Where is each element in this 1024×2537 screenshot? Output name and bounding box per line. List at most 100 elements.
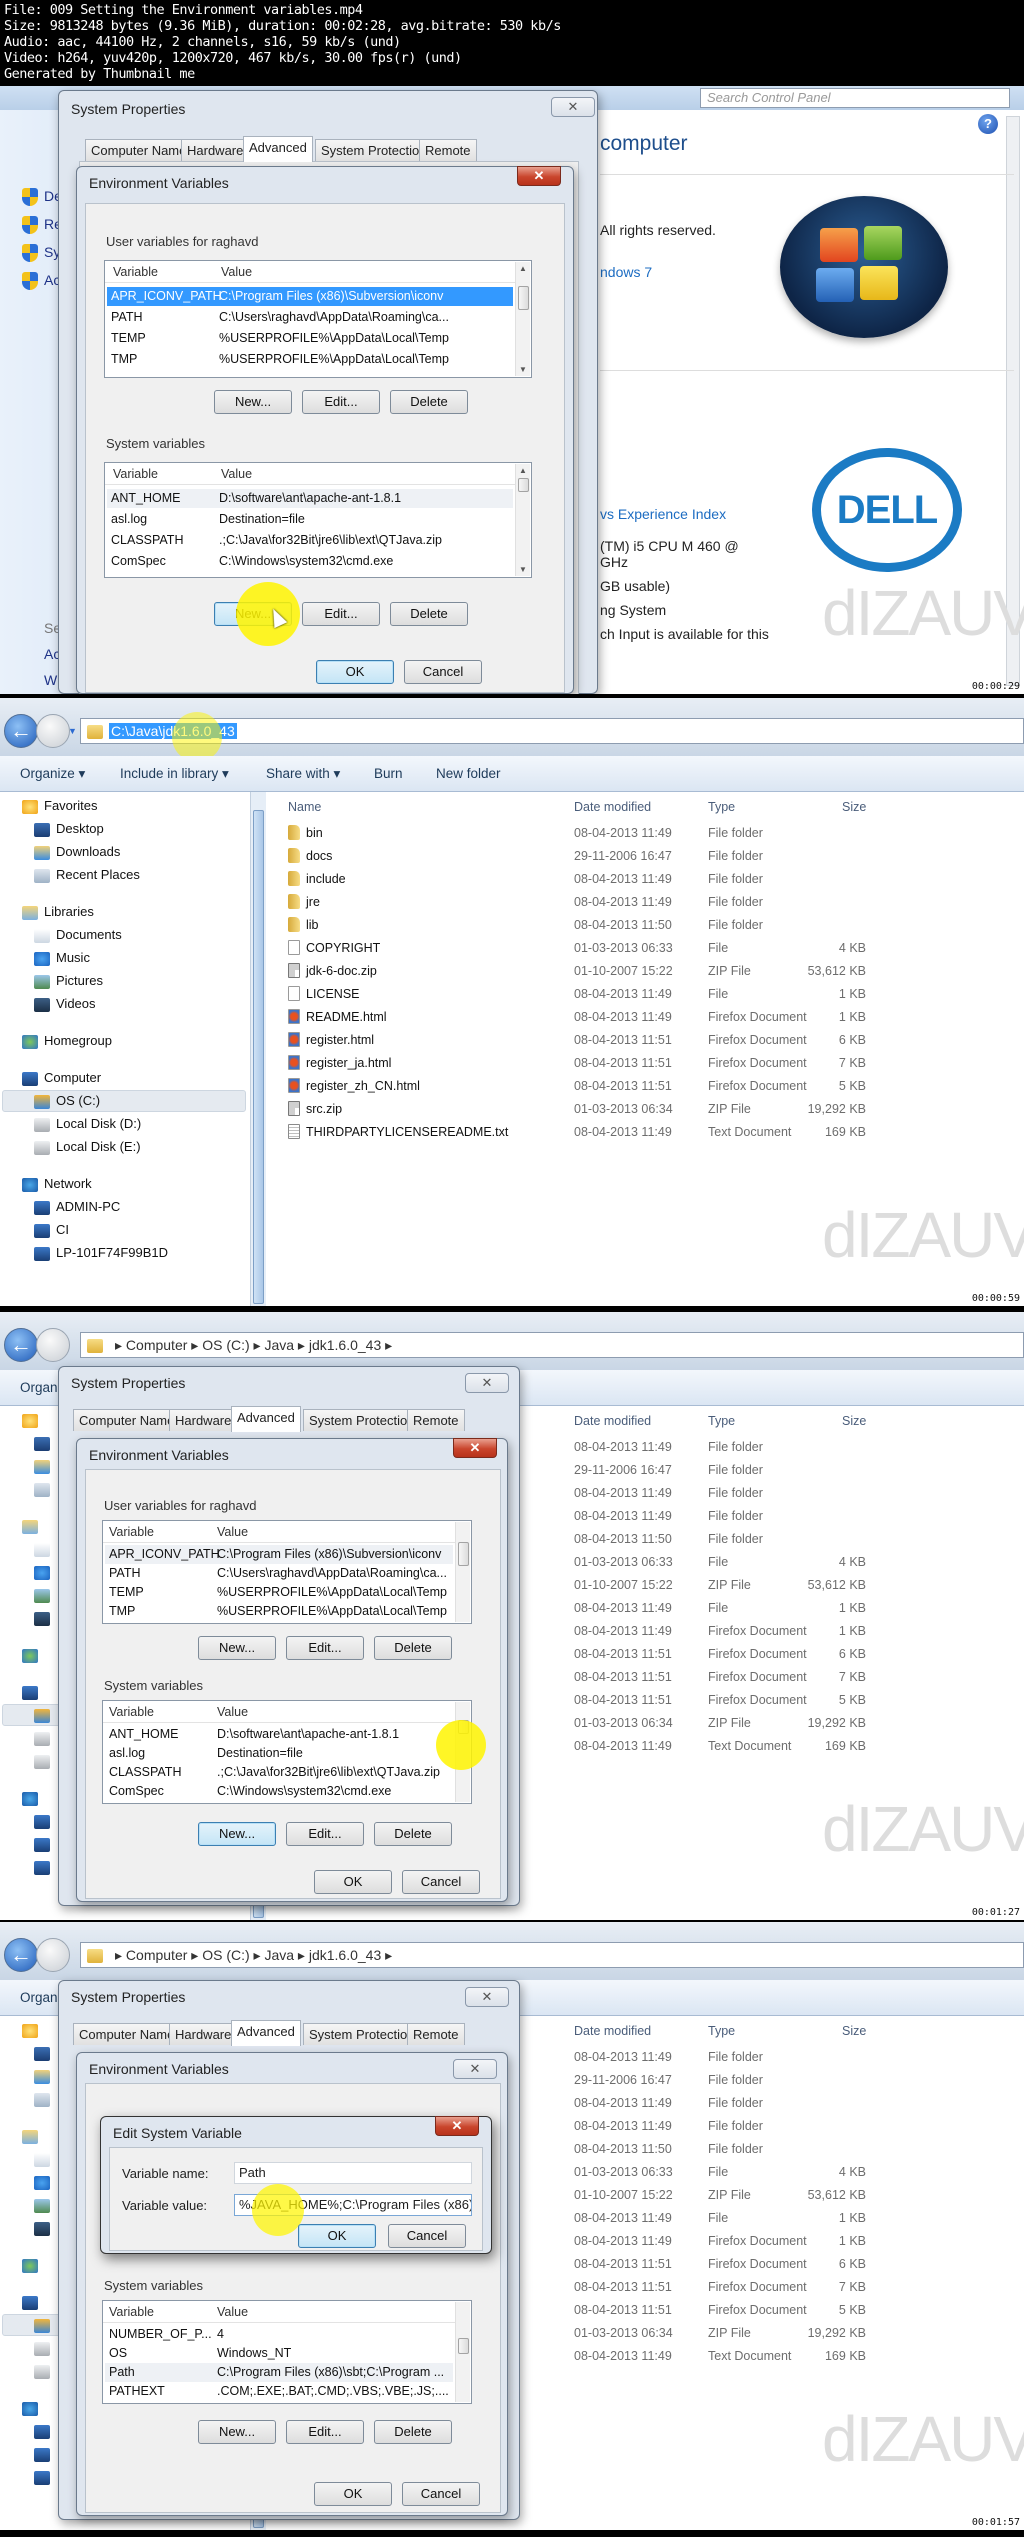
column-date-modified[interactable]: Date modified	[574, 800, 651, 814]
system-variables-list[interactable]: Variable Value ANT_HOME D:\software\ant\ap…	[102, 1700, 472, 1804]
back-button[interactable]: ←	[4, 1938, 38, 1972]
nav-item-ci[interactable]	[34, 1836, 56, 1852]
ok-button[interactable]: OK	[314, 2482, 392, 2506]
nav-item-network[interactable]: Network	[22, 1176, 92, 1192]
column-type[interactable]: Type	[708, 2024, 735, 2038]
nav-item-local-disk-e[interactable]	[34, 2363, 56, 2379]
burn-button[interactable]: Burn	[374, 766, 403, 781]
file-row[interactable]: COPYRIGHT 01-03-2013 06:33 File 4 KB	[266, 937, 1024, 959]
history-dropdown-icon[interactable]: ▼	[68, 726, 77, 736]
nav-item-homegroup[interactable]	[22, 2257, 44, 2273]
navigation-scrollbar[interactable]	[250, 792, 266, 1306]
file-row[interactable]: bin 08-04-2013 11:49 File folder	[266, 822, 1024, 844]
system-edit-button[interactable]: Edit...	[302, 602, 380, 626]
windows-edition-link[interactable]: ndows 7	[600, 264, 652, 280]
nav-item-documents[interactable]	[34, 1541, 56, 1557]
nav-item-local-disk-d[interactable]	[34, 1730, 56, 1746]
system-delete-button[interactable]: Delete	[390, 602, 468, 626]
nav-item-recent-places[interactable]	[34, 2091, 56, 2107]
breadcrumb-jdk[interactable]: jdk1.6.0_43	[309, 1947, 381, 1963]
nav-item-pictures[interactable]	[34, 2197, 56, 2213]
nav-item-homegroup[interactable]: Homegroup	[22, 1033, 112, 1049]
tab-advanced[interactable]: Advanced	[231, 2020, 301, 2046]
list-row[interactable]: ANT_HOME D:\software\ant\apache-ant-1.8.1	[105, 1725, 453, 1744]
nav-item-admin-pc[interactable]	[34, 2423, 56, 2439]
nav-item-admin-pc[interactable]: ADMIN-PC	[34, 1199, 120, 1215]
cancel-button[interactable]: Cancel	[404, 660, 482, 684]
nav-item-music[interactable]: Music	[34, 950, 90, 966]
column-type[interactable]: Type	[708, 1414, 735, 1428]
scrollbar[interactable]: ▲ ▼	[515, 262, 530, 376]
tab-advanced[interactable]: Advanced	[243, 136, 313, 162]
user-delete-button[interactable]: Delete	[374, 1636, 452, 1660]
column-type[interactable]: Type	[708, 800, 735, 814]
nav-item-admin-pc[interactable]	[34, 1813, 56, 1829]
tab-system-protection[interactable]: System Protection	[315, 139, 433, 161]
nav-item-desktop[interactable]: Desktop	[34, 821, 104, 837]
close-button[interactable]: ✕	[435, 2116, 479, 2136]
nav-item-downloads[interactable]	[34, 1458, 56, 1474]
share-with-menu[interactable]: Share with ▾	[266, 766, 340, 782]
address-bar[interactable]: ▸ Computer ▸ OS (C:) ▸ Java ▸ jdk1.6.0_4…	[80, 1942, 1024, 1968]
file-row[interactable]: jre 08-04-2013 11:49 File folder	[266, 891, 1024, 913]
nav-item-documents[interactable]: Documents	[34, 927, 122, 943]
nav-item-computer[interactable]	[22, 1684, 44, 1700]
system-new-button[interactable]: New...	[198, 1822, 276, 1846]
tab-hardware[interactable]: Hardware	[169, 2023, 238, 2045]
nav-item-pictures[interactable]	[34, 1587, 56, 1603]
user-delete-button[interactable]: Delete	[390, 390, 468, 414]
list-row[interactable]: APR_ICONV_PATH C:\Program Files (x86)\Sub…	[105, 1545, 453, 1564]
experience-index-link[interactable]: vs Experience Index	[600, 506, 726, 522]
nav-item-desktop[interactable]	[34, 2045, 56, 2061]
list-row[interactable]: CLASSPATH .;C:\Java\for32Bit\jre6\lib\ext…	[107, 531, 513, 550]
breadcrumb-os-c[interactable]: OS (C:)	[202, 1947, 249, 1963]
user-new-button[interactable]: New...	[198, 1636, 276, 1660]
nav-item-network[interactable]	[22, 1790, 44, 1806]
breadcrumb-computer[interactable]: Computer	[126, 1947, 187, 1963]
cancel-button[interactable]: Cancel	[402, 1870, 480, 1894]
nav-item-videos[interactable]	[34, 1610, 56, 1626]
nav-item-recent-places[interactable]: Recent Places	[34, 867, 140, 883]
scrollbar[interactable]	[455, 2302, 470, 2402]
list-row[interactable]: TMP %USERPROFILE%\AppData\Local\Temp	[105, 1602, 453, 1621]
list-row[interactable]: OS Windows_NT	[105, 2344, 453, 2363]
column-date-modified[interactable]: Date modified	[574, 2024, 651, 2038]
tab-remote[interactable]: Remote	[407, 1409, 465, 1431]
close-button[interactable]: ✕	[465, 1373, 509, 1393]
nav-item-local-disk-d[interactable]	[34, 2340, 56, 2356]
nav-item-downloads[interactable]	[34, 2068, 56, 2084]
nav-item-videos[interactable]: Videos	[34, 996, 96, 1012]
column-size[interactable]: Size	[842, 800, 866, 814]
breadcrumb-computer[interactable]: Computer	[126, 1337, 187, 1353]
tab-system-protection[interactable]: System Protection	[303, 1409, 421, 1431]
nav-item-computer[interactable]: Computer	[22, 1070, 101, 1086]
nav-item-desktop[interactable]	[34, 1435, 56, 1451]
nav-item-pictures[interactable]: Pictures	[34, 973, 103, 989]
list-row[interactable]: asl.log Destination=file	[107, 510, 513, 529]
file-row[interactable]: docs 29-11-2006 16:47 File folder	[266, 845, 1024, 867]
sidebar-link-device-manager[interactable]: De	[22, 188, 62, 207]
column-size[interactable]: Size	[842, 2024, 866, 2038]
new-folder-button[interactable]: New folder	[436, 766, 501, 781]
breadcrumb-os-c[interactable]: OS (C:)	[202, 1337, 249, 1353]
user-edit-button[interactable]: Edit...	[302, 390, 380, 414]
tab-computer-name[interactable]: Computer Name	[73, 1409, 181, 1431]
nav-item-recent-places[interactable]	[34, 1481, 56, 1497]
nav-item-network[interactable]	[22, 2400, 44, 2416]
column-value[interactable]: Value	[221, 265, 252, 279]
user-new-button[interactable]: New...	[214, 390, 292, 414]
ok-button[interactable]: OK	[314, 1870, 392, 1894]
include-in-library-menu[interactable]: Include in library ▾	[120, 766, 229, 782]
close-button[interactable]: ✕	[517, 166, 561, 186]
file-row[interactable]: register_ja.html 08-04-2013 11:51 Firefox …	[266, 1052, 1024, 1074]
system-delete-button[interactable]: Delete	[374, 2420, 452, 2444]
tab-remote[interactable]: Remote	[407, 2023, 465, 2045]
system-delete-button[interactable]: Delete	[374, 1822, 452, 1846]
system-edit-button[interactable]: Edit...	[286, 2420, 364, 2444]
forward-button[interactable]	[36, 714, 70, 748]
nav-item-documents[interactable]	[34, 2151, 56, 2167]
list-row[interactable]: NUMBER_OF_P... 4	[105, 2325, 453, 2344]
variable-name-input[interactable]: Path	[234, 2162, 472, 2184]
organize-menu[interactable]: Organize ▾	[20, 766, 85, 782]
file-row[interactable]: include 08-04-2013 11:49 File folder	[266, 868, 1024, 890]
